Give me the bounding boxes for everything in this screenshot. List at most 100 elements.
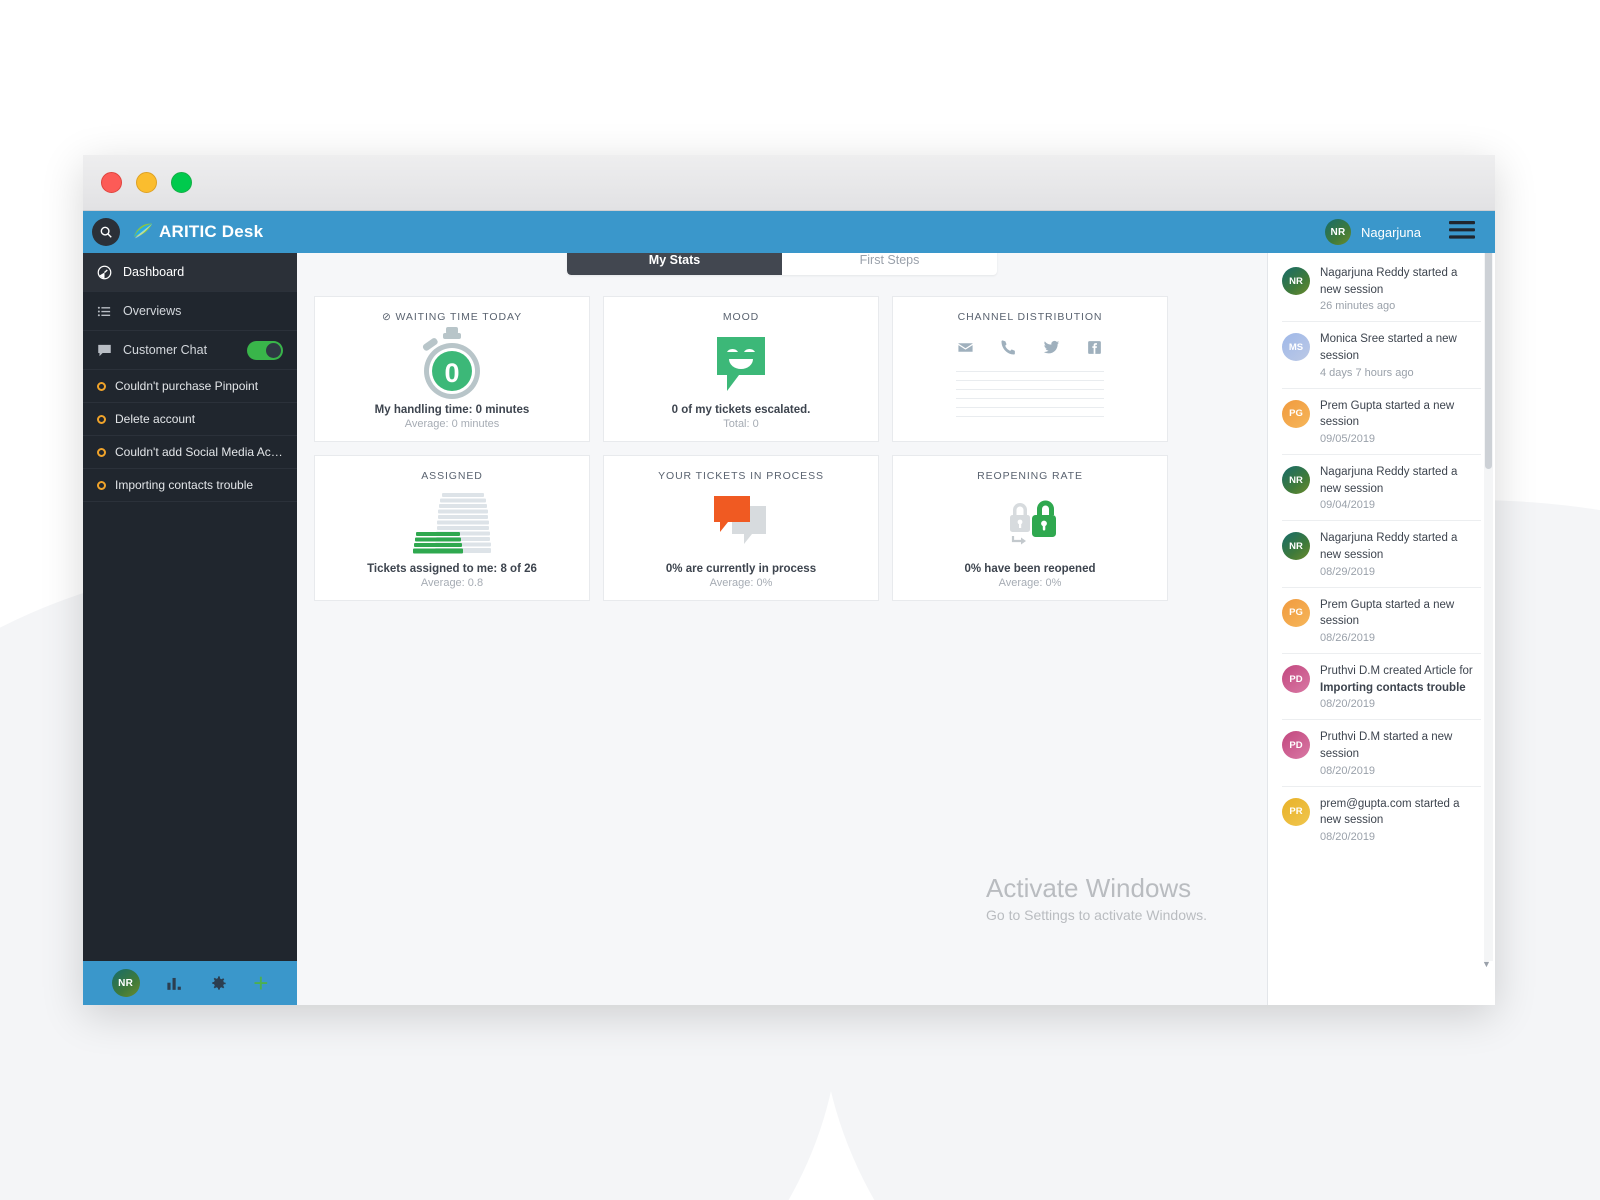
activity-scrollbar[interactable]: ▲ ▼: [1482, 211, 1493, 969]
activity-item-text: Pruthvi D.M created Article for Importin…: [1320, 663, 1481, 696]
card-primary-text: My handling time: 0 minutes: [374, 404, 530, 416]
activity-item-time: 08/29/2019: [1320, 565, 1376, 578]
sidebar-item-overviews[interactable]: Overviews: [83, 292, 297, 331]
ticket-label: Couldn't add Social Media Acco...: [115, 445, 283, 459]
card-secondary-text: Total: 0: [723, 418, 759, 430]
card-title: MOOD: [722, 311, 760, 323]
ticket-label: Delete account: [115, 412, 196, 426]
aritic-logo-icon: [132, 222, 154, 242]
avatar: PD: [1282, 665, 1310, 694]
activity-item[interactable]: PD Pruthvi D.M started a new session 08/…: [1282, 720, 1481, 787]
ticket-label: Couldn't purchase Pinpoint: [115, 379, 259, 393]
stat-cards-grid: ⊘ WAITING TIME TODAY 0 My handling time:…: [314, 296, 1267, 601]
activity-scrollbar-thumb[interactable]: [1485, 223, 1492, 469]
activity-item-text: Monica Sree started a new session: [1320, 333, 1457, 363]
sidebar-item-customer-chat[interactable]: Customer Chat: [83, 331, 297, 370]
activity-item-time: 4 days 7 hours ago: [1320, 366, 1414, 379]
activity-item-time: 26 minutes ago: [1320, 300, 1396, 313]
activity-item[interactable]: NR Nagarjuna Reddy started a new session…: [1282, 521, 1481, 588]
activity-item[interactable]: NR Nagarjuna Reddy started a new session…: [1282, 455, 1481, 522]
main-content: My Stats First Steps ⊘ WAITING TIME TODA…: [297, 211, 1267, 1005]
card-title: ⊘ WAITING TIME TODAY: [382, 311, 522, 323]
avatar: NR: [1282, 267, 1310, 295]
sidebar: ARITIC Desk Dashboard Overviews Customer…: [83, 211, 297, 1005]
brand-text: ARITIC Desk: [159, 222, 264, 241]
twitter-icon: [1043, 339, 1060, 361]
ticket-status-icon: [97, 381, 106, 391]
hamburger-icon[interactable]: [1449, 220, 1475, 245]
card-waiting-time[interactable]: ⊘ WAITING TIME TODAY 0 My handling time:…: [314, 296, 590, 442]
dashboard-icon: [97, 265, 119, 280]
minimize-button[interactable]: [136, 172, 157, 193]
activity-item-text-bold: Importing contacts trouble: [1320, 681, 1466, 694]
avatar: NR: [1282, 532, 1310, 561]
window-titlebar: [83, 155, 1495, 211]
activity-item[interactable]: PD Pruthvi D.M created Article for Impor…: [1282, 654, 1481, 721]
avatar: PR: [1282, 797, 1310, 826]
card-tickets-in-process[interactable]: YOUR TICKETS IN PROCESS 0% are currently…: [603, 455, 879, 601]
page-root: ARITIC Desk Dashboard Overviews Customer…: [0, 0, 1600, 1200]
activity-item-time: 09/04/2019: [1320, 499, 1376, 512]
channel-icon-row: [957, 339, 1103, 361]
activity-item-time: 09/05/2019: [1320, 433, 1376, 446]
activity-item-text: Prem Gupta started a new session: [1320, 598, 1455, 628]
app-topbar: NR Nagarjuna: [297, 211, 1495, 253]
avatar[interactable]: NR: [111, 969, 140, 997]
plus-icon[interactable]: +: [253, 970, 268, 996]
activity-item-text: Nagarjuna Reddy started a new session: [1320, 267, 1458, 296]
chat-icon: [97, 343, 119, 358]
sidebar-ticket-4[interactable]: Importing contacts trouble: [83, 469, 297, 502]
gear-icon[interactable]: [209, 974, 228, 993]
search-icon[interactable]: [92, 218, 120, 246]
user-name[interactable]: Nagarjuna: [1361, 225, 1421, 240]
card-mood[interactable]: MOOD 0 of my tickets escalated. Total: 0: [603, 296, 879, 442]
sidebar-ticket-1[interactable]: Couldn't purchase Pinpoint: [83, 370, 297, 403]
sidebar-item-label: Customer Chat: [123, 343, 208, 357]
activity-item-text: Prem Gupta started a new session: [1320, 399, 1455, 429]
card-assigned[interactable]: ASSIGNED Tickets assigned to me: 8 of 26…: [314, 455, 590, 601]
activity-item-text: prem@gupta.com started a new session: [1320, 797, 1460, 827]
ticket-label: Importing contacts trouble: [115, 478, 254, 492]
bar-chart-icon[interactable]: [165, 974, 184, 993]
sidebar-item-label: Dashboard: [123, 265, 185, 279]
avatar: PG: [1282, 598, 1310, 627]
list-icon: [97, 304, 119, 319]
ticket-status-icon: [97, 447, 106, 457]
app-window: ARITIC Desk Dashboard Overviews Customer…: [83, 155, 1495, 1005]
activity-item[interactable]: NR Nagarjuna Reddy started a new session…: [1282, 256, 1481, 323]
sidebar-ticket-2[interactable]: Delete account: [83, 403, 297, 436]
sidebar-nav: Dashboard Overviews Customer Chat Couldn…: [83, 253, 297, 961]
ticket-status-icon: [97, 414, 106, 424]
card-reopening-rate[interactable]: REOPENING RATE 0% have been reopened Ave…: [892, 455, 1168, 601]
watermark-line-1: Activate Windows: [986, 873, 1192, 903]
facebook-icon: [1086, 339, 1103, 361]
card-primary-text: 0% are currently in process: [665, 563, 817, 575]
activity-item-text: Nagarjuna Reddy started a new session: [1320, 532, 1458, 562]
activity-item-time: 08/20/2019: [1320, 831, 1376, 844]
activity-item[interactable]: PG Prem Gupta started a new session 09/0…: [1282, 389, 1481, 456]
maximize-button[interactable]: [171, 172, 192, 193]
activity-item-time: 08/26/2019: [1320, 632, 1376, 645]
close-button[interactable]: [101, 172, 122, 193]
card-secondary-text: Average: 0.8: [420, 577, 484, 589]
activity-item[interactable]: PR prem@gupta.com started a new session …: [1282, 787, 1481, 852]
activity-stream-list: Activity Stream NR Nagarjuna Reddy start…: [1268, 211, 1495, 1005]
sidebar-ticket-3[interactable]: Couldn't add Social Media Acco...: [83, 436, 297, 469]
activity-item-text: Nagarjuna Reddy started a new session: [1320, 466, 1458, 495]
activity-item[interactable]: MS Monica Sree started a new session 4 d…: [1282, 322, 1481, 389]
channel-distribution-graphic: [893, 323, 1167, 441]
card-title: ASSIGNED: [421, 470, 483, 482]
activity-item[interactable]: PG Prem Gupta started a new session 08/2…: [1282, 588, 1481, 655]
card-primary-text: Tickets assigned to me: 8 of 26: [367, 563, 537, 575]
sidebar-item-dashboard[interactable]: Dashboard: [83, 253, 297, 292]
card-channel-distribution[interactable]: CHANNEL DISTRIBUTION: [892, 296, 1168, 442]
user-avatar[interactable]: NR: [1325, 219, 1351, 245]
customer-chat-toggle[interactable]: [247, 340, 283, 360]
scroll-down-icon[interactable]: ▼: [1481, 958, 1492, 969]
app-body: ARITIC Desk Dashboard Overviews Customer…: [83, 211, 1495, 1005]
avatar: PD: [1282, 731, 1310, 760]
activity-item-time: 08/20/2019: [1320, 698, 1376, 711]
avatar: MS: [1282, 333, 1310, 362]
stacked-papers-icon: [315, 482, 589, 563]
toggle-knob: [266, 342, 281, 358]
